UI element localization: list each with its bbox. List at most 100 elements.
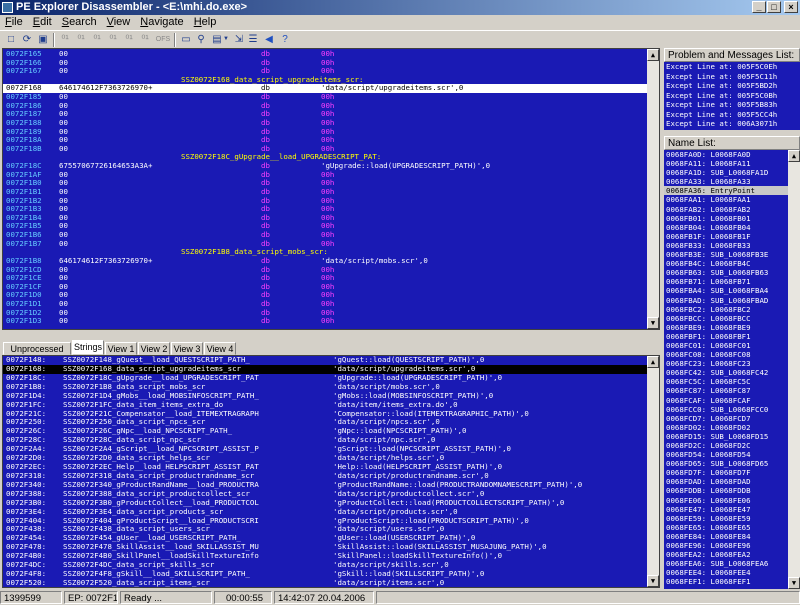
name-list-item[interactable]: 0068FB71: L0068FB71 [664, 277, 788, 286]
name-list-item[interactable]: 0068FD7F: L0068FD7F [664, 468, 788, 477]
menu-item[interactable]: View [102, 15, 136, 30]
menu-item[interactable]: Help [189, 15, 222, 30]
addr-icon-6[interactable]: ⁰¹ [138, 33, 152, 46]
menu-item[interactable]: File [0, 15, 28, 30]
tab-view-1[interactable]: View 1 [105, 342, 137, 355]
scroll-down-icon[interactable]: ▼ [647, 317, 659, 329]
name-list-item[interactable]: 0068FB1F: L0068FB1F [664, 232, 788, 241]
name-list-item[interactable]: 0068FBE9: L0068FBE9 [664, 323, 788, 332]
strings-list[interactable]: 0072F148: SSZ0072F148_gQuest__load_QUESTS… [2, 355, 660, 588]
name-list-item[interactable]: 0068FEE4: L0068FEE4 [664, 568, 788, 577]
disasm-row[interactable]: 0072F1D3 00 db 00h [3, 317, 659, 326]
namelist-scrollbar[interactable]: ▲ ▼ [788, 150, 800, 589]
name-list-item[interactable]: 0068FCD7: L0068FCD7 [664, 414, 788, 423]
new-icon[interactable]: □ [4, 33, 18, 46]
name-list-item[interactable]: 0068FDAD: L0068FDAD [664, 477, 788, 486]
name-list-item[interactable]: 0068FE65: L0068FE65 [664, 523, 788, 532]
name-list-item[interactable]: 0068FCC0: SUB_L0068FCC0 [664, 405, 788, 414]
problem-item[interactable]: Except Line at: 005F5B83h [664, 100, 800, 110]
problem-item[interactable]: Except Line at: 005F5C0Bh [664, 91, 800, 101]
scroll-down-icon[interactable]: ▼ [647, 575, 659, 587]
name-list-item[interactable]: 0068FAB2: L0068FAB2 [664, 205, 788, 214]
name-list-item[interactable]: 0068FA1D: SUB_L0068FA1D [664, 168, 788, 177]
tab-view-3[interactable]: View 3 [171, 342, 203, 355]
name-list-item[interactable]: 0068FEF1: L0068FEF1 [664, 577, 788, 586]
maximize-button[interactable]: □ [767, 1, 781, 13]
name-list-item[interactable]: 0068FB33: L0068FB33 [664, 241, 788, 250]
addr-icon-1[interactable]: ⁰¹ [58, 33, 72, 46]
strings-scrollbar[interactable]: ▲ ▼ [647, 356, 659, 587]
scroll-up-icon[interactable]: ▲ [788, 150, 800, 162]
tab-view-4[interactable]: View 4 [204, 342, 236, 355]
menu-item[interactable]: Edit [28, 15, 57, 30]
save-icon[interactable]: ▣ [36, 33, 50, 46]
name-list-item[interactable]: 0068FBC2: L0068FBC2 [664, 305, 788, 314]
back-icon[interactable]: ◀ [262, 33, 276, 46]
name-list-item[interactable]: 0068FE47: L0068FE47 [664, 505, 788, 514]
name-list-item[interactable]: 0068FD65: SUB_L0068FD65 [664, 459, 788, 468]
name-list-item[interactable]: 0068FD2C: L0068FD2C [664, 441, 788, 450]
name-list-item[interactable]: 0068FBAD: SUB_L0068FBAD [664, 296, 788, 305]
name-list-item[interactable]: 0068FC08: L0068FC08 [664, 350, 788, 359]
tab-strings[interactable]: Strings [72, 340, 104, 355]
name-list-item[interactable]: 0068FEA6: SUB_L0068FEA6 [664, 559, 788, 568]
list-icon[interactable]: ☰ [246, 33, 260, 46]
disasm-row[interactable]: 0072F1B7 00 db 00h [3, 239, 659, 249]
disassembly-view[interactable]: 0072F165 00 db 00h 0072F166 00 db 00h 0072F167 00… [2, 48, 660, 330]
name-list-item[interactable]: 0068FA11: L0068FA11 [664, 159, 788, 168]
addr-icon-5[interactable]: ⁰¹ [122, 33, 136, 46]
name-list-item[interactable]: 0068FD54: L0068FD54 [664, 450, 788, 459]
close-button[interactable]: × [784, 1, 798, 13]
name-list-item[interactable]: 0068FD02: L0068FD02 [664, 423, 788, 432]
name-list-item[interactable]: 0068FC23: L0068FC23 [664, 359, 788, 368]
name-list-item[interactable]: 0068FE59: L0068FE59 [664, 514, 788, 523]
name-list-item[interactable]: 0068FE96: L0068FE96 [664, 541, 788, 550]
name-list-item[interactable]: 0068FAA1: L0068FAA1 [664, 195, 788, 204]
goto-dropdown-icon[interactable]: ▼ [222, 33, 230, 46]
name-list-item[interactable]: 0068FBF1: L0068FBF1 [664, 332, 788, 341]
tab-unprocessed-data[interactable]: Unprocessed data [3, 342, 71, 366]
name-list-item[interactable]: 0068FB3E: SUB_L0068FB3E [664, 250, 788, 259]
name-list-item[interactable]: 0068FB63: SUB_L0068FB63 [664, 268, 788, 277]
disasm-scrollbar[interactable]: ▲ ▼ [647, 49, 659, 329]
name-list-item[interactable]: 0068FA33: L0068FA33 [664, 177, 788, 186]
menu-item[interactable]: Navigate [135, 15, 188, 30]
addr-icon-4[interactable]: ⁰¹ [106, 33, 120, 46]
name-list-item[interactable]: 0068FA36: EntryPoint [664, 186, 788, 196]
tab-view-2[interactable]: View 2 [138, 342, 170, 355]
name-list-item[interactable]: 0068FC5C: L0068FC5C [664, 377, 788, 386]
name-list-item[interactable]: 0068FEA2: L0068FEA2 [664, 550, 788, 559]
menu-item[interactable]: Search [57, 15, 102, 30]
ofs-icon[interactable]: OFS [154, 33, 172, 46]
name-list-item[interactable]: 0068FDDB: L0068FDDB [664, 486, 788, 495]
name-list-item[interactable]: 0068FE06: L0068FE06 [664, 496, 788, 505]
name-list-item[interactable]: 0068FBCC: L0068FBCC [664, 314, 788, 323]
problem-item[interactable]: Except Line at: 005F5BD2h [664, 81, 800, 91]
problem-item[interactable]: Except Line at: 005F5C11h [664, 72, 800, 82]
problem-item[interactable]: Except Line at: 006A3071h [664, 119, 800, 129]
problem-item[interactable]: Except Line at: 005F5C0Eh [664, 62, 800, 72]
name-list-item[interactable]: 0068FD15: SUB_L0068FD15 [664, 432, 788, 441]
name-list-item[interactable]: 0068FB01: L0068FB01 [664, 214, 788, 223]
name-list-item[interactable]: 0068FB04: L0068FB04 [664, 223, 788, 232]
scroll-up-icon[interactable]: ▲ [647, 49, 659, 61]
search-icon[interactable]: ⚲ [194, 33, 208, 46]
scroll-up-icon[interactable]: ▲ [647, 356, 659, 368]
name-list-item[interactable]: 0068FC87: L0068FC87 [664, 386, 788, 395]
open-icon[interactable]: ⟳ [20, 33, 34, 46]
name-list-item[interactable]: 0068FC01: L0068FC01 [664, 341, 788, 350]
export-icon[interactable]: ⇲ [232, 33, 246, 46]
string-row[interactable]: 0072F520: SSZ0072F520_data_script_items_s… [3, 578, 653, 587]
name-list-item[interactable]: 0068FB4C: L0068FB4C [664, 259, 788, 268]
name-list-item[interactable]: 0068FBA4: SUB_L0068FBA4 [664, 286, 788, 295]
name-list-item[interactable]: 0068FCAF: L0068FCAF [664, 396, 788, 405]
minimize-button[interactable]: _ [752, 1, 766, 13]
problem-item[interactable]: Except Line at: 005F5CC4h [664, 110, 800, 120]
name-list-item[interactable]: 0068FA0D: L0068FA0D [664, 150, 788, 159]
addr-icon-2[interactable]: ⁰¹ [74, 33, 88, 46]
help-icon[interactable]: ? [278, 33, 292, 46]
name-list[interactable]: 0068FA0D: L0068FA0D 0068FA11: L0068FA11 00… [664, 150, 788, 589]
name-list-item[interactable]: 0068FE84: L0068FE84 [664, 532, 788, 541]
problems-list[interactable]: Except Line at: 005F5C0Eh Except Line at:… [664, 62, 800, 130]
scroll-down-icon[interactable]: ▼ [788, 577, 800, 589]
